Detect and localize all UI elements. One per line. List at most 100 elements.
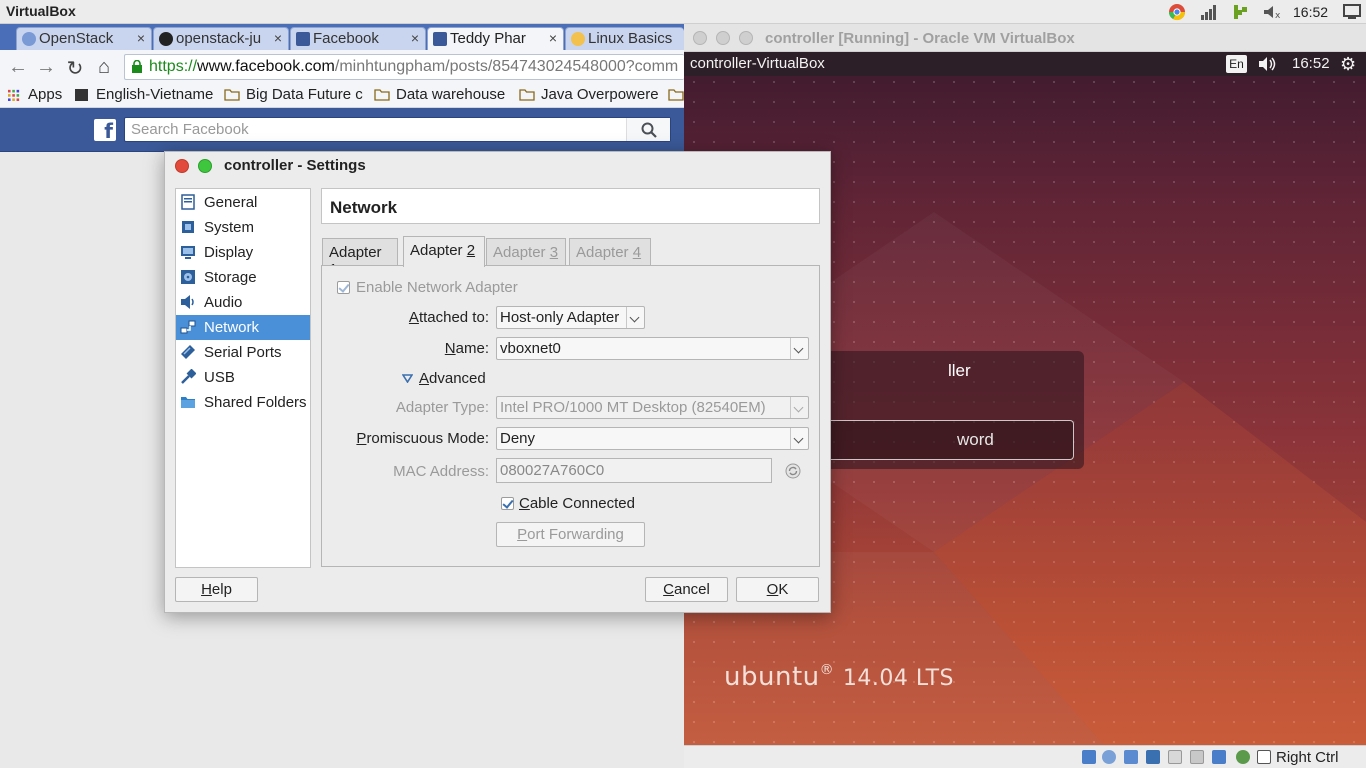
network-icon [180,320,196,334]
vm-minimize-button[interactable] [716,31,730,45]
network-status-icon[interactable] [1146,750,1160,764]
tab-openstack[interactable]: OpenStack × [16,27,152,50]
tab-github[interactable]: openstack-ju × [153,27,289,50]
forward-icon[interactable]: → [35,56,57,79]
guest-hostname: controller-VirtualBox [690,55,825,72]
cable-connected-checkbox[interactable] [501,497,514,510]
adapter-type-select[interactable]: Intel PRO/1000 MT Desktop (82540EM) [496,396,809,419]
mac-address-label: MAC Address: [393,463,489,480]
port-forwarding-button[interactable]: Port Forwarding [496,522,645,547]
nav-item-network[interactable]: Network [176,315,310,340]
chevron-down-icon [790,338,808,359]
close-tab-icon[interactable]: × [274,30,282,46]
close-tab-icon[interactable]: × [549,30,557,46]
tab-adapter-3[interactable]: Adapter 3 [486,238,566,266]
optical-drive-icon[interactable] [1102,750,1116,764]
nav-item-usb[interactable]: USB [176,365,310,390]
refresh-mac-icon[interactable] [785,463,801,479]
url-host: www.facebook.com [197,58,335,75]
tab-linux-basics[interactable]: Linux Basics [565,27,684,50]
ok-button[interactable]: OK [736,577,819,602]
nav-item-shared-folders[interactable]: Shared Folders [176,390,310,415]
adapter-type-label: Adapter Type: [395,399,489,416]
usb-status-icon[interactable] [1168,750,1182,764]
wordpress-icon [22,32,36,46]
display-status-icon[interactable] [1212,750,1226,764]
bookmarks-bar: Apps English-Vietname Big Data Future c … [0,84,684,108]
tab-adapter-2[interactable]: Adapter 2 [403,236,485,267]
enable-adapter-checkbox[interactable] [337,281,350,294]
volume-icon[interactable]: x [1262,3,1281,21]
virtualization-icon[interactable] [1236,750,1250,764]
chrome-icon[interactable] [1168,3,1186,21]
dialog-maximize-button[interactable] [198,159,212,173]
mouse-integration-icon[interactable] [1257,750,1271,764]
general-icon [181,194,195,210]
disclosure-triangle-icon [401,374,414,384]
promiscuous-mode-select[interactable]: Deny [496,427,809,450]
mac-address-field[interactable]: 080027A760C0 [496,458,772,483]
bookmark-folder-overflow[interactable] [668,86,684,105]
gear-icon[interactable]: ⚙ [1340,54,1356,75]
bookmark-folder-big-data[interactable]: Big Data Future c [224,86,363,103]
bookmark-folder-java[interactable]: Java Overpowere [519,86,659,103]
facebook-logo[interactable]: f [94,119,116,143]
url-path: /minhtungpham/posts/854743024548000?comm [334,58,679,75]
updates-icon[interactable] [1231,3,1249,21]
tab-adapter-4[interactable]: Adapter 4 [569,238,651,266]
folder-icon [181,397,195,408]
tab-label: openstack-ju [176,30,262,47]
dialog-close-button[interactable] [175,159,189,173]
address-bar[interactable]: https://www.facebook.com/minhtungpham/po… [124,54,684,80]
bookmark-folder-data-warehouse[interactable]: Data warehouse [374,86,505,103]
bookmark-label: Apps [28,86,63,103]
reload-icon[interactable]: ↻ [64,56,86,81]
audio-status-icon[interactable] [1124,750,1138,764]
adapter-type-value: Intel PRO/1000 MT Desktop (82540EM) [500,399,766,416]
vm-maximize-button[interactable] [739,31,753,45]
tab-facebook[interactable]: Facebook × [290,27,426,50]
tab-teddy[interactable]: Teddy Phar × [427,27,564,50]
advanced-toggle[interactable]: Advanced [401,370,486,387]
login-username[interactable]: ller [948,361,971,381]
folder-icon [374,89,390,101]
nav-item-system[interactable]: System [176,215,310,240]
hard-disk-icon[interactable] [1082,750,1096,764]
system-clock: 16:52 [1293,4,1329,20]
monitor-icon [181,246,195,259]
network-signal-icon[interactable] [1200,3,1218,21]
guest-volume-icon[interactable] [1258,56,1278,72]
nav-label: Network [204,319,260,336]
password-field[interactable]: word [820,420,1074,460]
nav-item-serial-ports[interactable]: Serial Ports [176,340,310,365]
nav-item-audio[interactable]: Audio [176,290,310,315]
apps-grid-icon [8,89,20,101]
search-placeholder: Search Facebook [131,121,249,138]
chevron-down-icon [790,428,808,449]
adapter-name-select[interactable]: vboxnet0 [496,337,809,360]
nav-item-display[interactable]: Display [176,240,310,265]
facebook-search-input[interactable]: Search Facebook [124,117,671,142]
nav-item-storage[interactable]: Storage [176,265,310,290]
back-icon[interactable]: ← [7,56,29,79]
session-icon[interactable] [1342,3,1362,21]
search-button[interactable] [626,118,670,141]
vm-window-title: controller [Running] - Oracle VM Virtual… [765,30,1075,47]
attached-to-select[interactable]: Host-only Adapter [496,306,645,329]
tab-adapter-1[interactable]: Adapter 1 [322,238,398,278]
cancel-button[interactable]: Cancel [645,577,728,602]
close-tab-icon[interactable]: × [411,30,419,46]
bookmark-label: Data warehouse [396,86,506,103]
help-button[interactable]: Help [175,577,258,602]
nav-item-general[interactable]: General [176,190,310,215]
top-panel: VirtualBox x 16:52 [0,0,1366,24]
vm-close-button[interactable] [693,31,707,45]
bookmark-english-vietnamese[interactable]: English-Vietname [74,86,213,103]
adapter-settings-pane: Enable Network Adapter Attached to: Host… [321,265,820,567]
home-icon[interactable]: ⌂ [93,56,115,79]
keyboard-indicator[interactable]: En [1226,55,1247,73]
url-scheme: https:// [149,58,198,75]
shared-folders-icon[interactable] [1190,750,1204,764]
close-tab-icon[interactable]: × [137,30,145,46]
bookmark-apps[interactable]: Apps [6,86,62,103]
